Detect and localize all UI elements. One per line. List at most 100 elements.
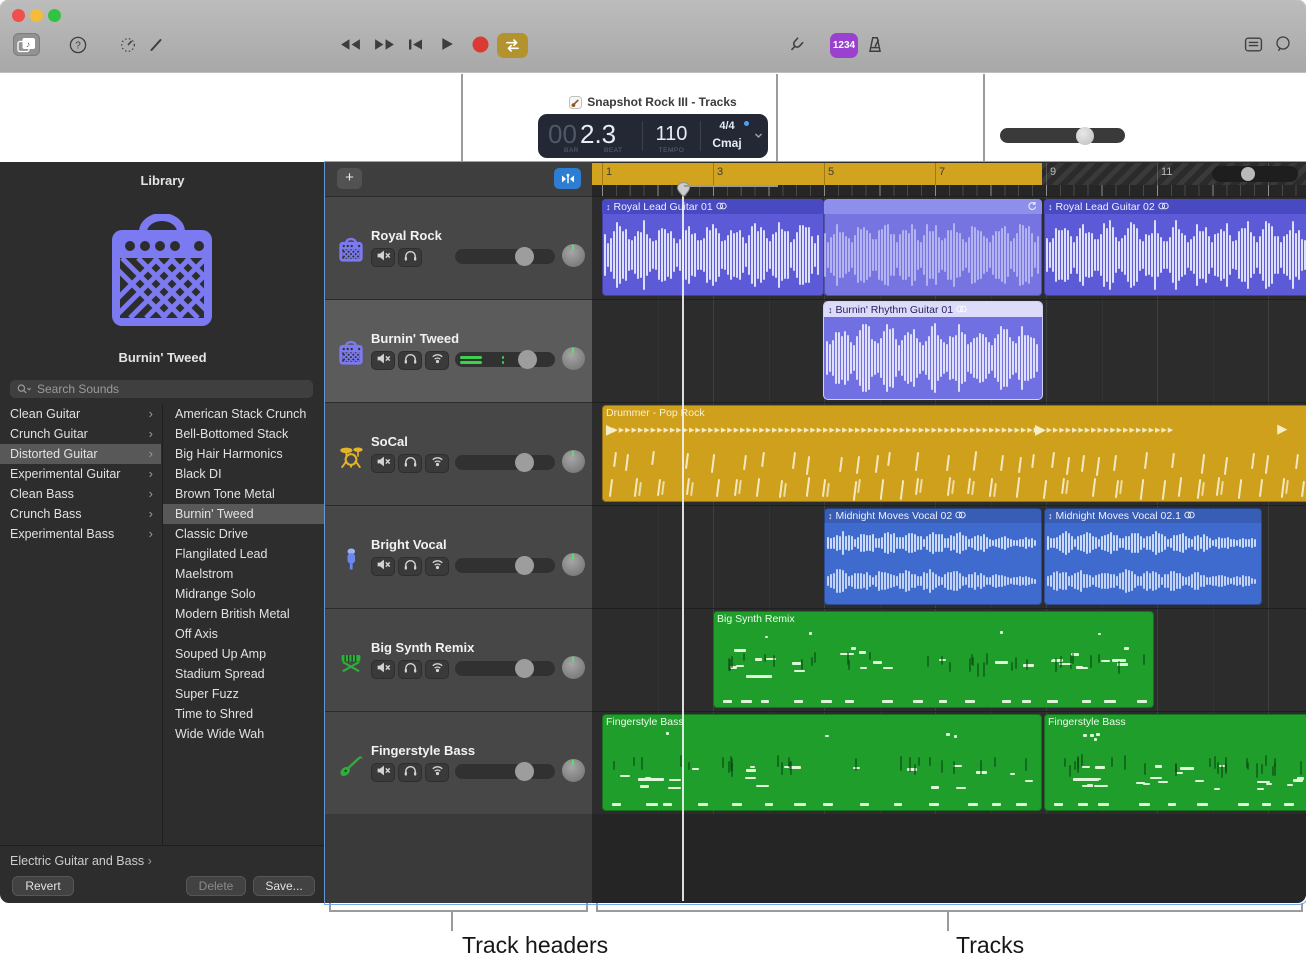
region-royal-lead-guitar-01[interactable]: ↕Royal Lead Guitar 01 [602, 199, 824, 296]
track-volume-slider[interactable] [455, 661, 555, 676]
go-to-beginning-button[interactable] [406, 37, 424, 51]
track-volume-knob[interactable] [515, 762, 534, 781]
track-header-fingerstyle-bass[interactable]: Fingerstyle Bass [325, 711, 592, 814]
library-patch-classic-drive[interactable]: Classic Drive [163, 524, 325, 544]
library-patch-super-fuzz[interactable]: Super Fuzz [163, 684, 325, 704]
breadcrumb[interactable]: Electric Guitar and Bass › [10, 854, 152, 868]
monitor-button[interactable] [425, 351, 449, 370]
solo-button[interactable] [398, 660, 422, 679]
track-pan-knob[interactable] [562, 450, 585, 473]
solo-button[interactable] [398, 454, 422, 473]
region-drummer-pop-rock[interactable]: Drummer - Pop Rock▶▶▶▶▶▶▶▶▶▶▶▶▶▶▶▶▶▶▶▶▶▶… [602, 405, 1306, 502]
ruler-zoom-knob[interactable] [1241, 167, 1255, 181]
rewind-button[interactable] [338, 37, 363, 51]
delete-button[interactable]: Delete [186, 876, 246, 896]
chevron-down-icon[interactable] [754, 131, 763, 140]
library-patch-black-di[interactable]: Black DI [163, 464, 325, 484]
play-button[interactable] [439, 36, 455, 52]
track-pan-knob[interactable] [562, 759, 585, 782]
track-volume-knob[interactable] [515, 247, 534, 266]
track-volume-slider[interactable] [455, 455, 555, 470]
mute-button[interactable] [371, 351, 395, 370]
library-category-crunch-bass[interactable]: Crunch Bass› [0, 504, 161, 524]
library-patch-flangilated-lead[interactable]: Flangilated Lead [163, 544, 325, 564]
add-track-button[interactable]: + [337, 168, 362, 189]
track-pan-knob[interactable] [562, 244, 585, 267]
region-burnin-rhythm-guitar-01[interactable]: ↕Burnin' Rhythm Guitar 01 [824, 302, 1042, 399]
library-patch-american-stack-crunch[interactable]: American Stack Crunch [163, 404, 325, 424]
track-volume-slider[interactable] [455, 558, 555, 573]
monitor-button[interactable] [425, 763, 449, 782]
playhead-line[interactable] [682, 185, 684, 901]
region-fingerstyle-bass[interactable]: Fingerstyle Bass [602, 714, 1042, 811]
library-patch-wide-wide-wah[interactable]: Wide Wide Wah [163, 724, 325, 744]
solo-button[interactable] [398, 763, 422, 782]
track-volume-knob[interactable] [518, 350, 537, 369]
lcd-tempo-cell[interactable]: 110 TEMPO [643, 114, 700, 158]
library-patch-stadium-spread[interactable]: Stadium Spread [163, 664, 325, 684]
track-header-socal[interactable]: SoCal [325, 402, 592, 505]
track-pan-knob[interactable] [562, 347, 585, 370]
mute-button[interactable] [371, 660, 395, 679]
track-header-big-synth-remix[interactable]: Big Synth Remix [325, 608, 592, 711]
metronome-button[interactable] [865, 34, 885, 55]
solo-button[interactable] [398, 351, 422, 370]
track-volume-knob[interactable] [515, 556, 534, 575]
note-pad-button[interactable] [1243, 35, 1263, 53]
search-input[interactable] [35, 381, 289, 397]
track-pan-knob[interactable] [562, 553, 585, 576]
track-header-burnin-tweed[interactable]: Burnin' Tweed [325, 299, 592, 402]
count-in-button[interactable]: 1234 [830, 33, 858, 58]
save-button[interactable]: Save... [253, 876, 315, 896]
quick-help-button[interactable] [1273, 34, 1293, 53]
master-volume-slider[interactable] [1000, 128, 1125, 143]
track-volume-slider[interactable] [455, 249, 555, 264]
region-royal-lead-guitar-02[interactable]: ↕Royal Lead Guitar 02 [1044, 199, 1306, 296]
master-volume-knob[interactable] [1076, 127, 1094, 145]
tuning-fork-button[interactable] [786, 35, 805, 54]
help-button[interactable]: ? [68, 35, 87, 54]
mute-button[interactable] [371, 248, 395, 267]
library-patch-souped-up-amp[interactable]: Souped Up Amp [163, 644, 325, 664]
lcd-display[interactable]: 00 2.3 BAR BEAT 110 TEMPO 4/4 Cmaj [538, 114, 768, 158]
monitor-button[interactable] [425, 557, 449, 576]
ruler-cycle-region[interactable] [592, 163, 1042, 185]
library-category-crunch-guitar[interactable]: Crunch Guitar› [0, 424, 161, 444]
library-category-experimental-bass[interactable]: Experimental Bass› [0, 524, 161, 544]
track-pan-knob[interactable] [562, 656, 585, 679]
library-patch-burnin-tweed[interactable]: Burnin' Tweed [163, 504, 325, 524]
minimize-window-button[interactable] [30, 9, 43, 22]
library-patch-maelstrom[interactable]: Maelstrom [163, 564, 325, 584]
track-volume-knob[interactable] [515, 453, 534, 472]
library-patch-time-to-shred[interactable]: Time to Shred [163, 704, 325, 724]
track-volume-slider[interactable] [455, 352, 555, 367]
lcd-key-cell[interactable]: 4/4 Cmaj [701, 114, 767, 158]
search-sounds-field[interactable] [10, 380, 313, 398]
library-category-experimental-guitar[interactable]: Experimental Guitar› [0, 464, 161, 484]
library-category-clean-guitar[interactable]: Clean Guitar› [0, 404, 161, 424]
library-patch-modern-british-metal[interactable]: Modern British Metal [163, 604, 325, 624]
zoom-window-button[interactable] [48, 9, 61, 22]
region-big-synth-remix[interactable]: Big Synth Remix [713, 611, 1154, 708]
library-patch-bell-bottomed-stack[interactable]: Bell-Bottomed Stack [163, 424, 325, 444]
library-patch-big-hair-harmonics[interactable]: Big Hair Harmonics [163, 444, 325, 464]
edit-pencil-button[interactable] [146, 35, 165, 54]
library-category-clean-bass[interactable]: Clean Bass› [0, 484, 161, 504]
tuner-button[interactable] [118, 35, 137, 54]
library-patch-midrange-solo[interactable]: Midrange Solo [163, 584, 325, 604]
solo-button[interactable] [398, 248, 422, 267]
library-category-distorted-guitar[interactable]: Distorted Guitar› [0, 444, 161, 464]
monitor-button[interactable] [425, 660, 449, 679]
solo-button[interactable] [398, 557, 422, 576]
region-midnight-moves-vocal-02[interactable]: ↕Midnight Moves Vocal 02 [824, 508, 1042, 605]
library-patch-off-axis[interactable]: Off Axis [163, 624, 325, 644]
close-window-button[interactable] [12, 9, 25, 22]
record-button[interactable] [472, 36, 489, 53]
track-header-royal-rock[interactable]: Royal Rock [325, 196, 592, 299]
library-patch-brown-tone-metal[interactable]: Brown Tone Metal [163, 484, 325, 504]
cycle-button[interactable] [497, 33, 528, 58]
revert-button[interactable]: Revert [12, 876, 74, 896]
tracks-area[interactable]: 135791113 ↕Royal Lead Guitar 01↕Royal Le… [592, 162, 1306, 903]
track-volume-slider[interactable] [455, 764, 555, 779]
forward-button[interactable] [372, 37, 397, 51]
